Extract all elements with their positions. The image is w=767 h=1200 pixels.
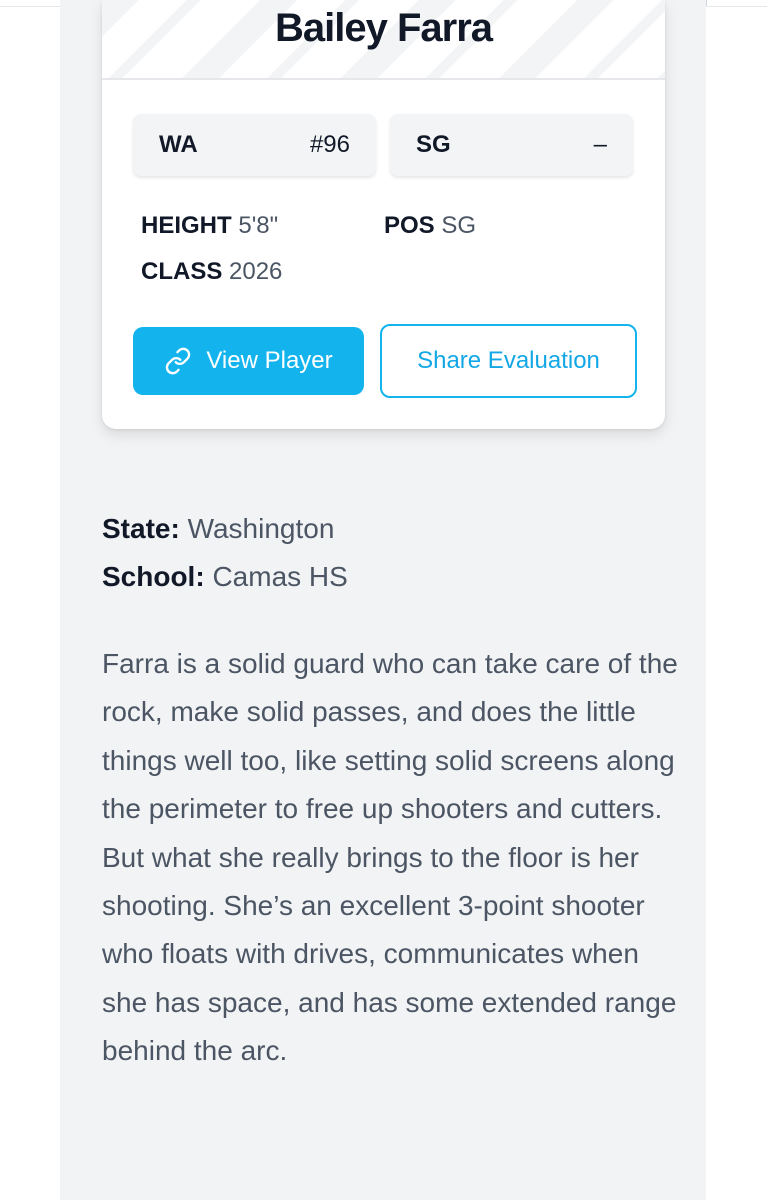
top-bar-divider xyxy=(706,0,707,6)
state-abbr: WA xyxy=(159,131,198,158)
view-player-button[interactable]: View Player xyxy=(133,327,364,395)
view-player-label: View Player xyxy=(206,347,333,374)
height-stat: HEIGHT 5'8" xyxy=(141,212,278,240)
evaluation-text: Farra is a solid guard who can take care… xyxy=(102,648,678,1067)
position-extra: – xyxy=(593,131,607,158)
state-line: State: Washington xyxy=(102,513,334,545)
class-value: 2026 xyxy=(229,258,283,285)
height-label: HEIGHT xyxy=(141,212,232,239)
school-line: School: Camas HS xyxy=(102,561,348,593)
pos-label: POS xyxy=(384,212,435,239)
player-card-header: Bailey Farra xyxy=(102,0,665,80)
player-name: Bailey Farra xyxy=(274,6,493,50)
link-icon xyxy=(164,347,192,375)
state-value: Washington xyxy=(187,513,335,544)
share-evaluation-button[interactable]: Share Evaluation xyxy=(380,324,637,398)
state-label: State: xyxy=(102,513,180,544)
pos-value: SG xyxy=(441,212,477,239)
school-value: Camas HS xyxy=(212,561,348,592)
class-stat: CLASS 2026 xyxy=(141,258,282,286)
share-evaluation-label: Share Evaluation xyxy=(417,347,600,374)
jersey-number: #96 xyxy=(309,131,350,158)
state-number-chip: WA #96 xyxy=(133,114,376,176)
class-label: CLASS xyxy=(141,258,223,285)
school-label: School: xyxy=(102,561,205,592)
pos-stat: POS SG xyxy=(384,212,476,240)
height-value: 5'8" xyxy=(238,212,279,239)
position-abbr: SG xyxy=(416,131,451,158)
position-chip: SG – xyxy=(390,114,633,176)
